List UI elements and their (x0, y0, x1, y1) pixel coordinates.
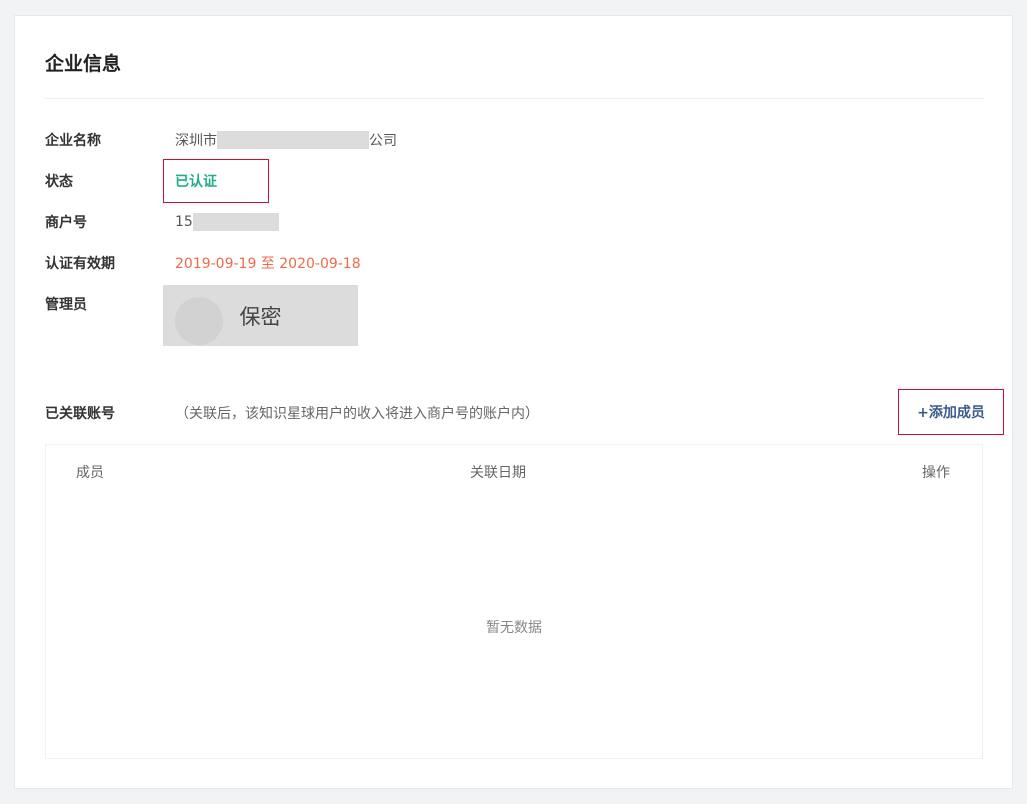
merchant-row: 商户号 15 (45, 211, 279, 233)
page-title: 企业信息 (45, 53, 122, 75)
title-divider (45, 98, 985, 99)
period-label: 认证有效期 (45, 256, 115, 272)
company-name-suffix: 公司 (369, 133, 397, 149)
column-header-action: 操作 (922, 465, 950, 481)
redacted-mask (217, 131, 369, 149)
company-name-row: 企业名称 深圳市 公司 (45, 129, 397, 151)
period-row: 认证有效期 2019-09-19 至 2020-09-18 (45, 252, 361, 274)
linked-accounts-table: 成员 关联日期 操作 暂无数据 (45, 444, 983, 759)
admin-row: 管理员 (45, 293, 175, 315)
linked-accounts-note: （关联后，该知识星球用户的收入将进入商户号的账户内） (175, 406, 539, 422)
merchant-value: 15 (175, 213, 279, 231)
merchant-label: 商户号 (45, 215, 87, 231)
status-highlight-box (163, 159, 269, 203)
column-header-date: 关联日期 (470, 465, 526, 481)
company-name-value: 深圳市 公司 (175, 130, 397, 150)
avatar (175, 297, 223, 345)
column-header-member: 成员 (76, 465, 104, 481)
company-name-label: 企业名称 (45, 133, 101, 149)
admin-label: 管理员 (45, 297, 87, 313)
add-member-button[interactable]: +添加成员 (898, 389, 1004, 435)
company-name-prefix: 深圳市 (175, 133, 217, 149)
redacted-mask (192, 213, 279, 231)
linked-accounts-label: 已关联账号 (45, 406, 115, 422)
merchant-prefix: 15 (175, 214, 193, 230)
period-value: 2019-09-19 至 2020-09-18 (175, 256, 361, 272)
status-label: 状态 (45, 174, 73, 190)
admin-redacted-box: 保密 (163, 285, 358, 346)
empty-state-text: 暂无数据 (486, 620, 542, 636)
linked-accounts-row: 已关联账号 （关联后，该知识星球用户的收入将进入商户号的账户内） (45, 403, 539, 423)
admin-value: 保密 (239, 304, 282, 329)
enterprise-info-card: 企业信息 企业名称 深圳市 公司 状态 已认证 商户号 15 认证有效期 201… (14, 15, 1013, 789)
